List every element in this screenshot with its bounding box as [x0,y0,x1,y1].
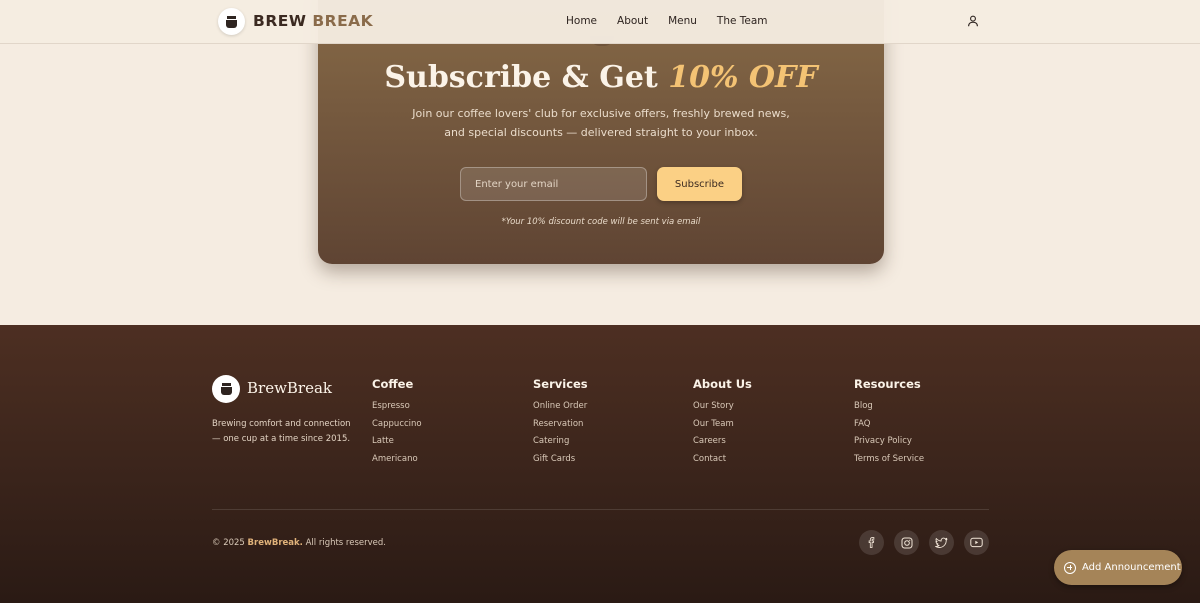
footer-column-title: Resources [854,377,921,391]
instagram-icon[interactable] [894,530,919,555]
footer-link[interactable]: Gift Cards [533,454,588,472]
footer-divider [212,509,989,510]
top-nav: BREW BREAK Home About Menu The Team [0,0,1200,44]
footer-column-title: About Us [693,377,752,391]
nav-link-home[interactable]: Home [566,15,597,27]
footer-link[interactable]: Latte [372,436,422,454]
footer-column-resources: Resources Blog FAQ Privacy Policy Terms … [854,377,924,471]
discount-highlight: 10% OFF [668,60,818,95]
footer-link[interactable]: Americano [372,454,422,472]
footer-link[interactable]: Our Team [693,419,752,437]
footer-link[interactable]: Privacy Policy [854,436,924,454]
footer-description: Brewing comfort and connection — one cup… [212,419,351,444]
nav-link-menu[interactable]: Menu [668,15,697,27]
footer-logo-icon[interactable] [212,375,240,403]
footer-link[interactable]: Contact [693,454,752,472]
footer-link[interactable]: Blog [854,401,924,419]
copyright: © 2025 BrewBreak. All rights reserved. [212,538,386,548]
twitter-icon[interactable] [929,530,954,555]
brand-name[interactable]: BREW BREAK [253,12,373,30]
footer-link[interactable]: FAQ [854,419,924,437]
nav-links: Home About Menu The Team [566,15,788,27]
youtube-icon[interactable] [964,530,989,555]
email-input[interactable] [460,167,647,201]
nav-link-team[interactable]: The Team [717,15,768,27]
add-announcement-button[interactable]: Add Announcement [1054,550,1182,585]
footer-link[interactable]: Cappuccino [372,419,422,437]
footer-link[interactable]: Terms of Service [854,454,924,472]
footer-column-about: About Us Our Story Our Team Careers Cont… [693,377,752,471]
discount-note: *Your 10% discount code will be sent via… [501,217,701,227]
footer-link[interactable]: Catering [533,436,588,454]
footer-link[interactable]: Our Story [693,401,752,419]
footer-link[interactable]: Reservation [533,419,588,437]
footer-column-coffee: Coffee Espresso Cappuccino Latte America… [372,377,422,471]
subscribe-description: Join our coffee lovers' club for exclusi… [412,107,790,139]
footer-column-title: Coffee [372,377,414,391]
nav-link-about[interactable]: About [617,15,648,27]
footer-link[interactable]: Espresso [372,401,422,419]
footer: BrewBreak Brewing comfort and connection… [0,325,1200,603]
footer-link[interactable]: Careers [693,436,752,454]
add-icon [1064,561,1076,574]
subscribe-button[interactable]: Subscribe [657,167,742,201]
footer-column-services: Services Online Order Reservation Cateri… [533,377,588,471]
user-icon[interactable] [967,15,979,27]
logo-icon[interactable] [218,8,245,35]
facebook-icon[interactable] [859,530,884,555]
footer-brand[interactable]: BrewBreak [247,379,332,397]
footer-link[interactable]: Online Order [533,401,588,419]
footer-column-title: Services [533,377,588,391]
subscribe-title: Subscribe & Get 10% OFF [384,60,818,95]
